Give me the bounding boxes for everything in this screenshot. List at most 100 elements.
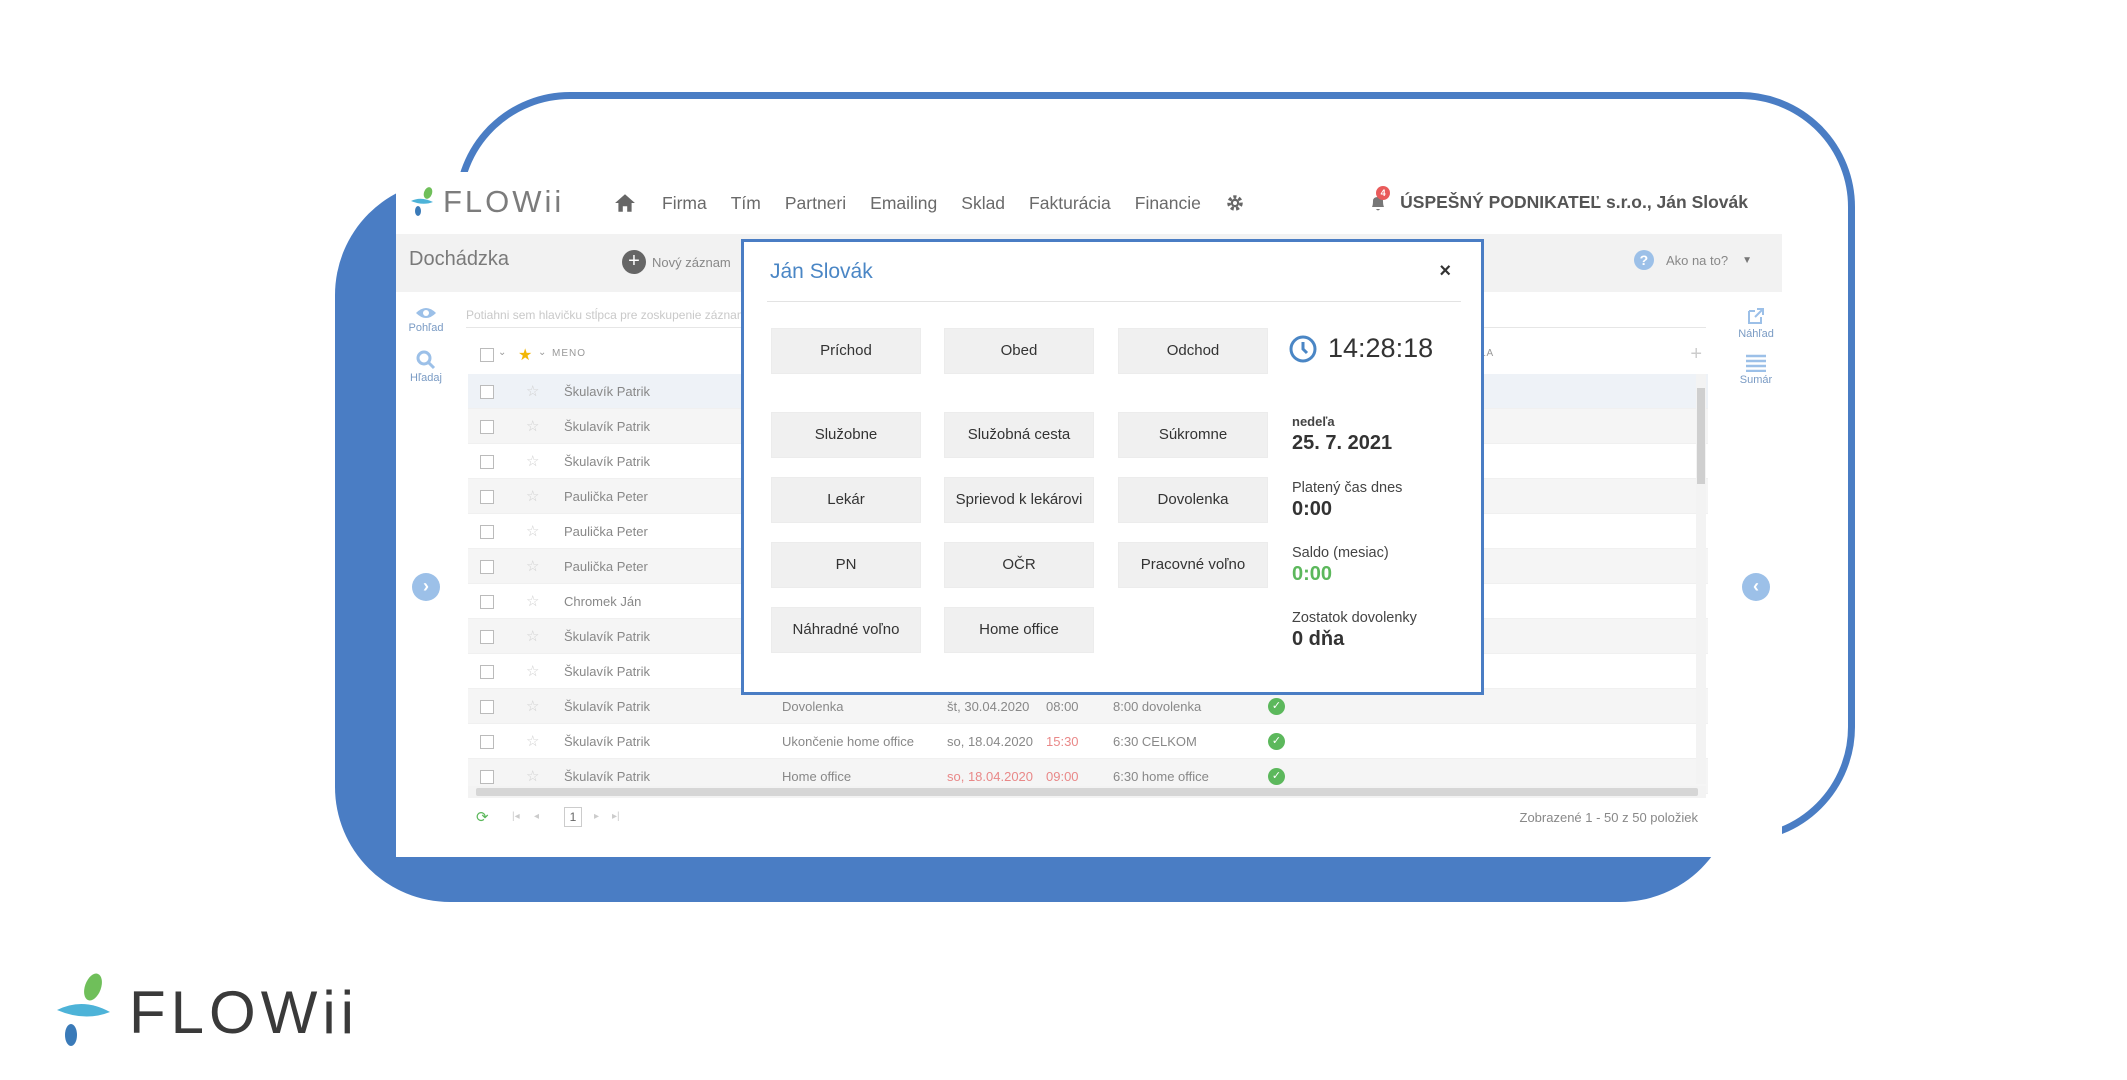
close-icon[interactable]: × [1439,260,1451,283]
nav-sklad[interactable]: Sklad [961,193,1005,214]
current-page[interactable]: 1 [564,807,582,827]
scrollbar-thumb[interactable] [1697,388,1705,484]
main-nav: Firma Tím Partneri Emailing Sklad Faktur… [614,192,1245,214]
star-icon[interactable]: ☆ [526,452,539,470]
help-dropdown[interactable]: ? Ako na to? ▼ [1633,250,1752,270]
company-user[interactable]: 4 ÚSPEŠNÝ PODNIKATEĽ s.r.o., Ján Slovák [1368,185,1748,213]
new-record-label: Nový záznam [652,254,731,270]
vertical-scrollbar[interactable] [1696,374,1706,784]
work-leave-button[interactable]: Pracovné voľno [1118,542,1268,588]
app-logo-text: FLOWii [443,184,565,219]
star-icon[interactable]: ☆ [526,557,539,575]
nav-financie[interactable]: Financie [1135,193,1201,214]
prev-page-icon[interactable]: ◂ [534,811,539,822]
lunch-button[interactable]: Obed [944,328,1094,374]
chevron-down-icon: ▼ [1742,254,1752,266]
check-icon: ✓ [1268,733,1285,750]
star-icon[interactable]: ☆ [526,382,539,400]
notification-bell[interactable]: 4 [1368,185,1391,213]
row-time: 15:30 [1046,734,1079,749]
list-icon [1746,354,1766,372]
doctor-button[interactable]: Lekár [771,477,921,523]
select-all-checkbox[interactable] [480,348,494,362]
star-icon[interactable]: ☆ [526,697,539,715]
view-button[interactable]: Pohľad [396,306,456,334]
star-icon[interactable]: ☆ [526,592,539,610]
vacation-button[interactable]: Dovolenka [1118,477,1268,523]
star-icon[interactable]: ☆ [526,522,539,540]
left-toolbar: Pohľad Hľadaj › [396,292,456,857]
business-trip-button[interactable]: Služobná cesta [944,412,1094,458]
next-page-icon[interactable]: ▸ [594,811,599,822]
row-checkbox[interactable] [480,455,494,469]
chevron-down-icon[interactable]: ⌄ [498,347,506,358]
expand-left-button[interactable]: › [412,573,440,601]
add-column-icon[interactable]: + [1690,343,1702,366]
star-icon[interactable]: ☆ [526,487,539,505]
star-icon[interactable]: ☆ [526,627,539,645]
home-office-button[interactable]: Home office [944,607,1094,653]
nav-partneri[interactable]: Partneri [785,193,846,214]
nav-emailing[interactable]: Emailing [870,193,937,214]
sick-leave-button[interactable]: PN [771,542,921,588]
check-icon: ✓ [1268,698,1285,715]
row-checkbox[interactable] [480,385,494,399]
nav-firma[interactable]: Firma [662,193,707,214]
row-name: Škulavík Patrik [564,769,650,784]
preview-button[interactable]: Náhľad [1730,306,1782,340]
refresh-icon[interactable]: ⟳ [476,808,489,826]
chevron-down-icon[interactable]: ⌄ [538,347,546,358]
summary-label: Sumár [1739,374,1773,386]
star-icon[interactable]: ★ [518,345,532,365]
business-button[interactable]: Služobne [771,412,921,458]
external-link-icon [1748,308,1764,324]
departure-button[interactable]: Odchod [1118,328,1268,374]
scrollbar-thumb[interactable] [476,788,1698,796]
first-page-icon[interactable]: |◂ [512,811,520,822]
row-checkbox[interactable] [480,525,494,539]
modal-title: Ján Slovák [770,260,873,283]
app-logo[interactable]: FLOWii [409,184,564,220]
notification-badge: 4 [1376,185,1391,200]
nav-fakturacia[interactable]: Fakturácia [1029,193,1111,214]
check-icon: ✓ [1268,768,1285,785]
row-checkbox[interactable] [480,595,494,609]
home-icon[interactable] [614,192,636,214]
row-name: Paulička Peter [564,559,648,574]
summary-button[interactable]: Sumár [1730,354,1782,386]
star-icon[interactable]: ☆ [526,662,539,680]
nav-tim[interactable]: Tím [731,193,761,214]
balance-label: Saldo (mesiac) [1292,545,1389,561]
row-name: Škulavík Patrik [564,629,650,644]
row-checkbox[interactable] [480,770,494,784]
private-button[interactable]: Súkromne [1118,412,1268,458]
balance-value: 0:00 [1292,563,1333,585]
pagination: ⟳ |◂ ◂ 1 ▸ ▸| Zobrazené 1 - 50 z 50 polo… [468,804,1708,834]
expand-right-button[interactable]: ‹ [1742,573,1770,601]
doctor-escort-button[interactable]: Sprievod k lekárovi [944,477,1094,523]
row-checkbox[interactable] [480,490,494,504]
horizontal-scrollbar[interactable] [468,786,1706,798]
row-checkbox[interactable] [480,630,494,644]
arrival-button[interactable]: Príchod [771,328,921,374]
new-record-button[interactable]: + Nový záznam [622,250,731,274]
row-checkbox[interactable] [480,700,494,714]
row-checkbox[interactable] [480,665,494,679]
gear-icon[interactable] [1225,193,1245,213]
family-care-button[interactable]: OČR [944,542,1094,588]
row-description: 8:00 dovolenka [1113,699,1202,714]
row-checkbox[interactable] [480,420,494,434]
compensatory-leave-button[interactable]: Náhradné voľno [771,607,921,653]
row-checkbox[interactable] [480,735,494,749]
row-checkbox[interactable] [480,560,494,574]
column-header-name[interactable]: MENO [552,348,586,359]
table-row[interactable]: ☆ Škulavík Patrik Ukončenie home office … [468,724,1708,759]
eye-icon [416,308,436,318]
search-button[interactable]: Hľadaj [396,350,456,384]
star-icon[interactable]: ☆ [526,732,539,750]
current-date: 25. 7. 2021 [1292,432,1393,454]
star-icon[interactable]: ☆ [526,767,539,785]
items-summary: Zobrazené 1 - 50 z 50 položiek [1519,810,1699,825]
last-page-icon[interactable]: ▸| [612,811,620,822]
star-icon[interactable]: ☆ [526,417,539,435]
